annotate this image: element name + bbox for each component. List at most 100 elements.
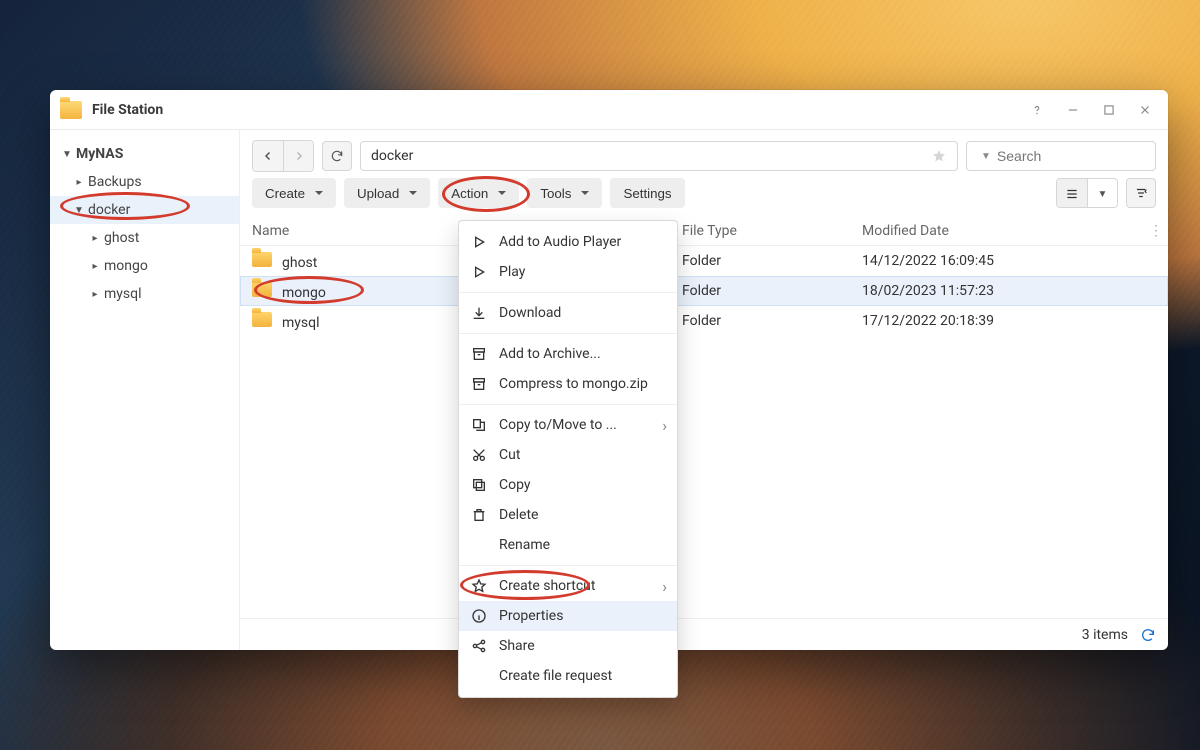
titlebar: File Station	[50, 90, 1168, 130]
menu-item-label: Add to Archive...	[499, 346, 601, 362]
menu-item-label: Add to Audio Player	[499, 234, 621, 250]
help-button[interactable]	[1024, 97, 1050, 123]
caret-right-icon: ▸	[74, 177, 84, 188]
help-icon	[1030, 103, 1044, 117]
tree-item-label: ghost	[104, 230, 139, 246]
menu-item-delete[interactable]: Delete	[459, 500, 677, 530]
view-mode-segment: ▼	[1056, 178, 1118, 208]
menu-item-create-file-request[interactable]: Create file request	[459, 661, 677, 691]
list-icon	[1064, 187, 1080, 201]
row-type: Folder	[682, 283, 721, 299]
nav-toolbar: docker ▼	[240, 130, 1168, 178]
tree-item-docker[interactable]: ▼docker	[50, 196, 239, 224]
menu-separator	[459, 333, 677, 334]
file-grid: Name File Type Modified Date ⋮ ghostFold…	[240, 216, 1168, 650]
nav-forward-button[interactable]	[283, 141, 313, 171]
row-type: Folder	[682, 253, 721, 269]
sort-icon	[1133, 186, 1149, 200]
create-button[interactable]: Create	[252, 178, 336, 208]
star-outline-icon	[471, 578, 487, 594]
folder-icon	[252, 312, 272, 327]
upload-button[interactable]: Upload	[344, 178, 430, 208]
row-name: mongo	[282, 285, 326, 301]
action-label: Action	[451, 186, 488, 201]
menu-item-label: Share	[499, 638, 535, 654]
list-view-button[interactable]	[1057, 179, 1087, 208]
tree-item-label: Backups	[88, 174, 142, 190]
menu-item-play[interactable]: Play	[459, 257, 677, 287]
archive-icon	[471, 346, 487, 362]
tree-root[interactable]: ▼ MyNAS	[50, 140, 239, 168]
menu-item-properties[interactable]: Properties	[459, 601, 677, 631]
col-header-type[interactable]: File Type	[682, 223, 862, 239]
reload-button[interactable]	[322, 141, 352, 171]
star-icon	[931, 148, 947, 164]
caret-right-icon: ▸	[90, 233, 100, 244]
favorite-star-button[interactable]	[931, 148, 947, 164]
settings-label: Settings	[623, 186, 671, 201]
folder-tree: ▼ MyNAS ▸ Backups ▼docker ▸ ghost ▸mongo▸mysq…	[50, 130, 240, 650]
search-box[interactable]: ▼	[966, 141, 1156, 171]
nav-group	[252, 140, 314, 172]
nav-back-button[interactable]	[253, 141, 283, 171]
menu-item-copy[interactable]: Copy	[459, 470, 677, 500]
trash-icon	[471, 507, 487, 523]
table-row[interactable]: ghost Folder 14/12/2022 16:09:45	[240, 246, 1168, 276]
close-icon	[1138, 103, 1152, 117]
menu-item-compress-to-mongo-zip[interactable]: Compress to mongo.zip	[459, 369, 677, 399]
chevron-right-icon	[293, 150, 305, 162]
tree-item-ghost[interactable]: ▸ ghost	[50, 224, 239, 252]
view-mode-caret-button[interactable]: ▼	[1087, 179, 1117, 208]
caret-down-icon: ▼	[1098, 189, 1108, 200]
caret-right-icon: ▸	[90, 261, 100, 272]
archive-icon	[471, 376, 487, 392]
copy-icon	[471, 477, 487, 493]
menu-item-share[interactable]: Share	[459, 631, 677, 661]
row-type: Folder	[682, 313, 721, 329]
row-name: mysql	[282, 315, 320, 331]
file-station-window: File Station ▼ MyNAS ▸Backups▼docker▸gho…	[50, 90, 1168, 650]
tree-item-Backups[interactable]: ▸ Backups	[50, 168, 239, 196]
tools-button[interactable]: Tools	[527, 178, 602, 208]
table-row[interactable]: mysqlFolder17/12/2022 20:18:39	[240, 306, 1168, 336]
upload-label: Upload	[357, 186, 399, 201]
menu-item-download[interactable]: Download	[459, 298, 677, 328]
breadcrumb-text: docker	[371, 148, 413, 164]
menu-item-label: Create shortcut	[499, 578, 595, 594]
menu-item-label: Download	[499, 305, 561, 321]
status-items: 3 items	[1082, 627, 1128, 643]
tree-item-mysql[interactable]: ▸mysql	[50, 280, 239, 308]
menu-item-rename[interactable]: Rename	[459, 530, 677, 560]
close-button[interactable]	[1132, 97, 1158, 123]
trash-icon	[471, 507, 487, 523]
status-refresh-button[interactable]	[1140, 627, 1156, 643]
tree-item-mongo[interactable]: ▸mongo	[50, 252, 239, 280]
search-input[interactable]	[997, 148, 1178, 164]
menu-item-label: Compress to mongo.zip	[499, 376, 648, 392]
main-panel: docker ▼ Create Upload Action Tools Sett…	[240, 130, 1168, 650]
row-date: 14/12/2022 16:09:45	[862, 253, 994, 269]
minimize-button[interactable]	[1060, 97, 1086, 123]
menu-item-copy-to-move-to[interactable]: Copy to/Move to ...	[459, 410, 677, 440]
menu-item-add-to-audio-player[interactable]: Add to Audio Player	[459, 227, 677, 257]
table-row[interactable]: mongo Folder 18/02/2023 11:57:23	[240, 276, 1168, 306]
col-header-date[interactable]: Modified Date	[862, 223, 1144, 239]
archive-icon	[471, 376, 487, 392]
menu-item-add-to-archive[interactable]: Add to Archive...	[459, 339, 677, 369]
action-button[interactable]: Action	[438, 178, 519, 208]
folder-icon	[252, 252, 272, 267]
maximize-button[interactable]	[1096, 97, 1122, 123]
col-header-menu[interactable]: ⋮	[1144, 223, 1168, 239]
menu-item-label: Rename	[499, 537, 550, 553]
settings-button[interactable]: Settings	[610, 178, 684, 208]
archive-icon	[471, 346, 487, 362]
copy-icon	[471, 477, 487, 493]
sort-button[interactable]	[1126, 178, 1156, 208]
share-icon	[471, 638, 487, 654]
menu-item-label: Copy to/Move to ...	[499, 417, 617, 433]
row-name: ghost	[282, 255, 317, 271]
breadcrumb[interactable]: docker	[360, 141, 958, 171]
row-date: 18/02/2023 11:57:23	[862, 283, 994, 299]
menu-item-cut[interactable]: Cut	[459, 440, 677, 470]
menu-item-create-shortcut[interactable]: Create shortcut	[459, 571, 677, 601]
